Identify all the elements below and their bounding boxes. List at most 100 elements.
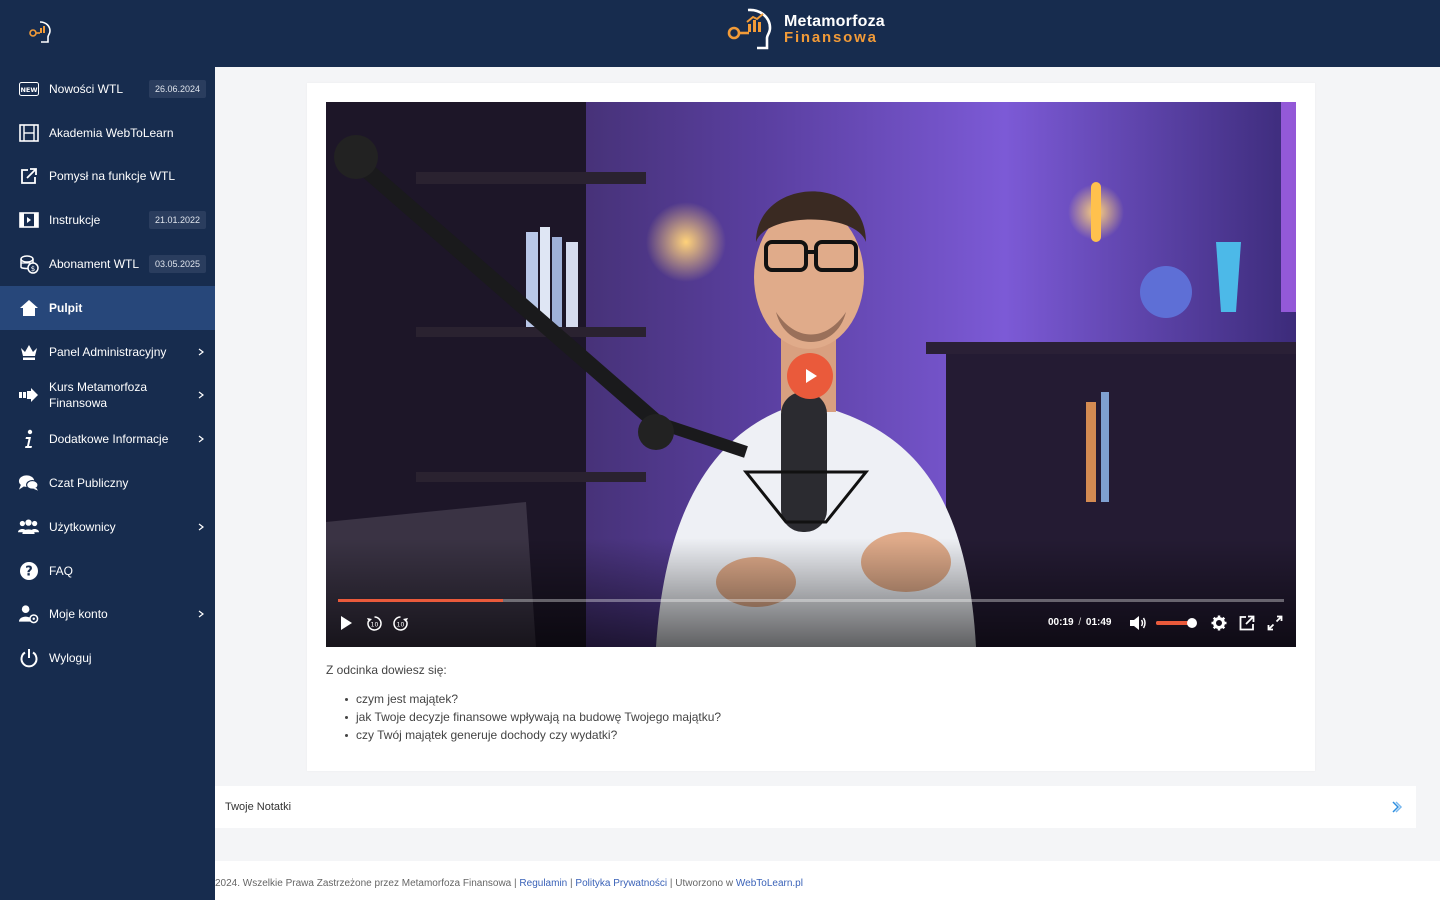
sidebar-item-label: Akademia WebToLearn xyxy=(49,125,174,140)
fullscreen-icon xyxy=(1267,615,1283,631)
chevron-right-icon xyxy=(198,435,204,443)
sidebar-item-uzytkownicy[interactable]: Użytkownicy xyxy=(0,505,215,549)
chat-icon xyxy=(18,473,39,494)
sidebar-item-nowosci[interactable]: NEW Nowości WTL 26.06.2024 xyxy=(0,67,215,111)
volume-icon xyxy=(1130,616,1146,630)
list-item: jak Twoje decyzje finansowe wpływają na … xyxy=(344,709,721,727)
brand-subname: Finansowa xyxy=(784,29,878,46)
svg-text:NEW: NEW xyxy=(20,86,37,94)
play-icon xyxy=(806,369,817,383)
webtolearn-link[interactable]: WebToLearn.pl xyxy=(736,878,803,889)
brand-logo[interactable]: Metamorfoza Finansowa xyxy=(724,6,885,54)
lesson-bullet-list: czym jest majątek? jak Twoje decyzje fin… xyxy=(344,691,721,745)
footer-separator: | xyxy=(570,878,573,889)
sidebar-item-czat-publiczny[interactable]: Czat Publiczny xyxy=(0,461,215,505)
chevron-right-icon xyxy=(198,348,204,356)
time-separator: / xyxy=(1078,617,1082,628)
gear-icon xyxy=(1211,615,1227,631)
sidebar-item-panel-administracyjny[interactable]: Panel Administracyjny xyxy=(0,330,215,374)
rewind-10-icon: 10 xyxy=(366,615,382,631)
sidebar-item-akademia[interactable]: Akademia WebToLearn xyxy=(0,111,215,155)
external-edit-icon xyxy=(18,166,39,187)
volume-slider[interactable] xyxy=(1156,618,1197,628)
sidebar-item-faq[interactable]: ? FAQ xyxy=(0,549,215,593)
duration: 01:49 xyxy=(1085,617,1112,628)
question-icon: ? xyxy=(18,560,39,581)
top-bar: Metamorfoza Finansowa xyxy=(0,0,1440,67)
sidebar-item-kurs[interactable]: Kurs Metamorfoza Finansowa xyxy=(0,374,215,418)
sidebar-item-label: Pulpit xyxy=(49,300,83,315)
chevron-right-icon xyxy=(198,610,204,618)
volume-knob[interactable] xyxy=(1187,618,1197,628)
video-icon xyxy=(18,210,39,231)
sidebar-item-label: Dodatkowe Informacje xyxy=(49,432,169,447)
sidebar-item-pulpit[interactable]: Pulpit xyxy=(0,285,215,330)
power-icon xyxy=(18,648,39,669)
play-icon xyxy=(341,616,352,630)
user-gear-icon xyxy=(18,604,39,625)
popout-button[interactable] xyxy=(1237,613,1257,633)
footer: 2024. Wszelkie Prawa Zastrzeżone przez M… xyxy=(215,878,803,889)
notes-panel[interactable]: Twoje Notatki xyxy=(215,786,1416,828)
users-icon xyxy=(18,516,39,537)
list-item: czym jest majątek? xyxy=(344,691,721,709)
regulamin-link[interactable]: Regulamin xyxy=(519,878,567,889)
date-badge: 03.05.2025 xyxy=(148,255,206,274)
external-link-icon xyxy=(1239,615,1255,631)
svg-text:?: ? xyxy=(25,564,33,579)
footer-created: Utworzono w xyxy=(675,878,734,889)
date-badge: 26.06.2024 xyxy=(148,79,206,98)
sidebar-item-label: Moje konto xyxy=(49,607,108,622)
chevron-right-icon xyxy=(198,391,204,399)
play-button[interactable] xyxy=(336,613,356,633)
brand-head-icon xyxy=(727,8,772,50)
video-controls: 10 10 00:19 / 01:49 xyxy=(326,597,1296,647)
privacy-link[interactable]: Polityka Prywatności xyxy=(575,878,667,889)
sidebar-item-instrukcje[interactable]: Instrukcje 21.01.2022 xyxy=(0,198,215,242)
video-player[interactable]: 10 10 00:19 / 01:49 xyxy=(326,102,1296,647)
sidebar-item-label: Wyloguj xyxy=(49,651,92,666)
forward-10-button[interactable]: 10 xyxy=(390,613,410,633)
svg-text:10: 10 xyxy=(370,621,378,628)
sidebar-item-label: Użytkownicy xyxy=(49,519,116,534)
svg-text:$: $ xyxy=(30,265,34,273)
sidebar-item-label: Panel Administracyjny xyxy=(49,344,167,359)
rewind-10-button[interactable]: 10 xyxy=(364,613,384,633)
sidebar-item-moje-konto[interactable]: Moje konto xyxy=(0,593,215,637)
coins-icon: $ xyxy=(18,254,39,275)
info-icon xyxy=(18,429,39,450)
sidebar-item-dodatkowe-informacje[interactable]: Dodatkowe Informacje xyxy=(0,417,215,461)
date-badge: 21.01.2022 xyxy=(148,211,206,230)
sidebar: NEW Nowości WTL 26.06.2024 Akademia WebT… xyxy=(0,67,215,900)
fullscreen-button[interactable] xyxy=(1265,613,1285,633)
corner-logo-icon[interactable] xyxy=(26,18,54,46)
play-overlay-button[interactable] xyxy=(787,353,833,399)
sidebar-item-pomysl[interactable]: Pomysł na funkcje WTL xyxy=(0,155,215,199)
current-time: 00:19 xyxy=(1048,617,1074,628)
sidebar-item-abonament[interactable]: $ Abonament WTL 03.05.2025 xyxy=(0,242,215,286)
list-item: czy Twój majątek generuje dochody czy wy… xyxy=(344,727,721,745)
sidebar-item-label: Pomysł na funkcje WTL xyxy=(49,169,176,184)
sidebar-item-label: FAQ xyxy=(49,563,74,578)
settings-button[interactable] xyxy=(1209,613,1229,633)
double-chevron-right-icon[interactable] xyxy=(1390,800,1404,814)
notes-label: Twoje Notatki xyxy=(225,801,292,813)
footer-separator: | xyxy=(669,878,673,889)
svg-text:10: 10 xyxy=(396,621,404,628)
home-icon xyxy=(18,297,39,318)
new-badge-icon: NEW xyxy=(18,78,39,99)
lesson-card: 10 10 00:19 / 01:49 Z odcinka dowiesz si… xyxy=(307,83,1315,771)
crown-icon xyxy=(18,341,39,362)
chevron-right-icon xyxy=(198,523,204,531)
forward-10-icon: 10 xyxy=(392,615,408,631)
footer-separator: | xyxy=(514,878,517,889)
sidebar-item-wyloguj[interactable]: Wyloguj xyxy=(0,636,215,680)
film-icon xyxy=(18,122,39,143)
main-content: 10 10 00:19 / 01:49 Z odcinka dowiesz si… xyxy=(215,67,1440,900)
lesson-intro: Z odcinka dowiesz się: xyxy=(326,663,447,677)
time-display: 00:19 / 01:49 xyxy=(1048,617,1112,628)
mute-button[interactable] xyxy=(1128,613,1148,633)
video-progress-fill xyxy=(338,599,503,602)
video-progress-bar[interactable] xyxy=(338,599,1284,602)
sidebar-item-label: Czat Publiczny xyxy=(49,476,129,491)
